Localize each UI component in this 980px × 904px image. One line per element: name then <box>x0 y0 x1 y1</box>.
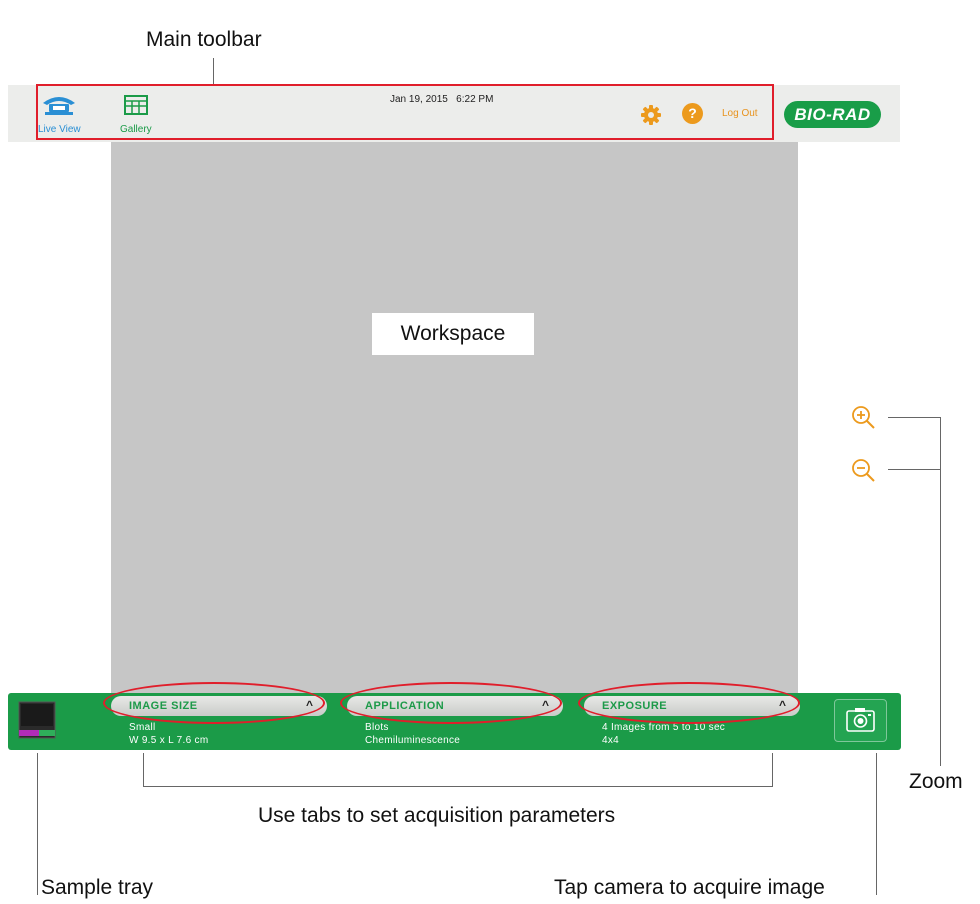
zoom-callout: Zoom <box>909 770 963 793</box>
workspace-callout: Workspace <box>372 313 534 355</box>
main-toolbar-callout: Main toolbar <box>146 28 262 51</box>
tab-value-primary: Blots <box>365 722 389 733</box>
zoom-out-icon <box>852 459 875 482</box>
tab-value-secondary: Chemiluminescence <box>365 735 461 746</box>
zoom-in-icon <box>852 406 875 429</box>
camera-callout: Tap camera to acquire image <box>554 876 825 899</box>
tabs-leader-horizontal <box>143 786 773 787</box>
main-toolbar-leader <box>213 58 214 84</box>
sample-tray-callout: Sample tray <box>41 876 154 899</box>
tab-highlight-oval <box>340 682 562 724</box>
tab-highlight-oval <box>103 682 325 724</box>
workspace[interactable] <box>111 142 798 694</box>
sample-tray-button[interactable] <box>10 696 62 746</box>
sample-tray-leader <box>37 753 38 895</box>
tabs-leader-right <box>772 753 773 787</box>
zoom-leader-vertical <box>940 417 941 766</box>
tabs-leader-left <box>143 753 144 787</box>
camera-button[interactable] <box>834 699 887 742</box>
zoom-out-button[interactable] <box>850 457 876 483</box>
toolbar-highlight-box <box>36 84 774 140</box>
sample-tray-icon <box>18 701 56 739</box>
tabs-callout: Use tabs to set acquisition parameters <box>258 804 616 827</box>
tab-value-secondary: 4x4 <box>602 735 620 746</box>
zoom-in-button[interactable] <box>850 404 876 430</box>
tab-value-primary: Small <box>129 722 156 733</box>
zoom-leader-bottom <box>888 469 941 470</box>
tab-highlight-oval <box>578 682 800 724</box>
camera-leader <box>876 753 877 895</box>
camera-icon <box>846 708 875 732</box>
tab-value-secondary: W 9.5 x L 7.6 cm <box>129 735 209 746</box>
zoom-leader-top <box>888 417 941 418</box>
biorad-logo: BIO-RAD <box>784 101 881 128</box>
